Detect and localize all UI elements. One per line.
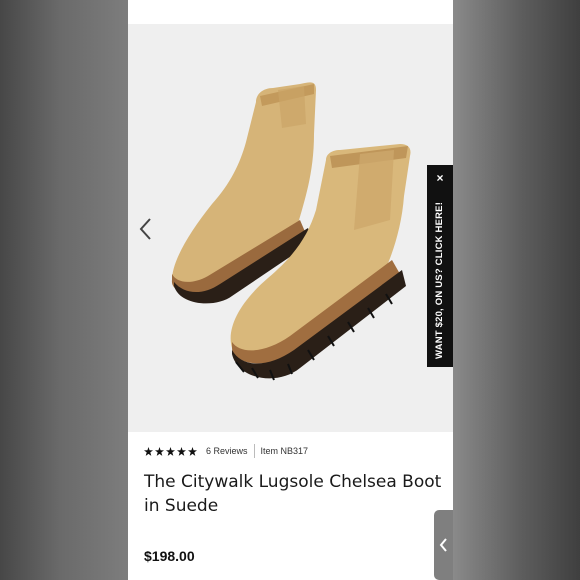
rating-row: 6 Reviews Item NB317 [144,443,308,459]
promo-text[interactable]: WANT $20, ON US? CLICK HERE! [434,202,446,359]
product-price: $198.00 [144,548,195,564]
close-icon[interactable]: × [427,171,453,185]
star-icon [177,446,186,456]
product-image-gallery[interactable] [128,24,453,432]
star-icon [144,446,153,456]
star-icon [155,446,164,456]
star-icon [166,446,175,456]
product-page: × WANT $20, ON US? CLICK HERE! 6 Reviews… [128,0,453,580]
item-number: Item NB317 [260,446,309,456]
chevron-left-icon [439,538,447,552]
top-bar [128,0,453,24]
side-drawer-tab[interactable] [434,510,453,580]
product-image [171,82,411,381]
reviews-link[interactable]: 6 Reviews [206,446,248,456]
star-icon [188,446,197,456]
divider [253,444,255,458]
product-title: The Citywalk Lugsole Chelsea Boot in Sue… [144,472,442,516]
star-rating [144,446,197,456]
gallery-prev-icon[interactable] [136,216,156,242]
promo-banner[interactable]: × WANT $20, ON US? CLICK HERE! [427,165,453,367]
